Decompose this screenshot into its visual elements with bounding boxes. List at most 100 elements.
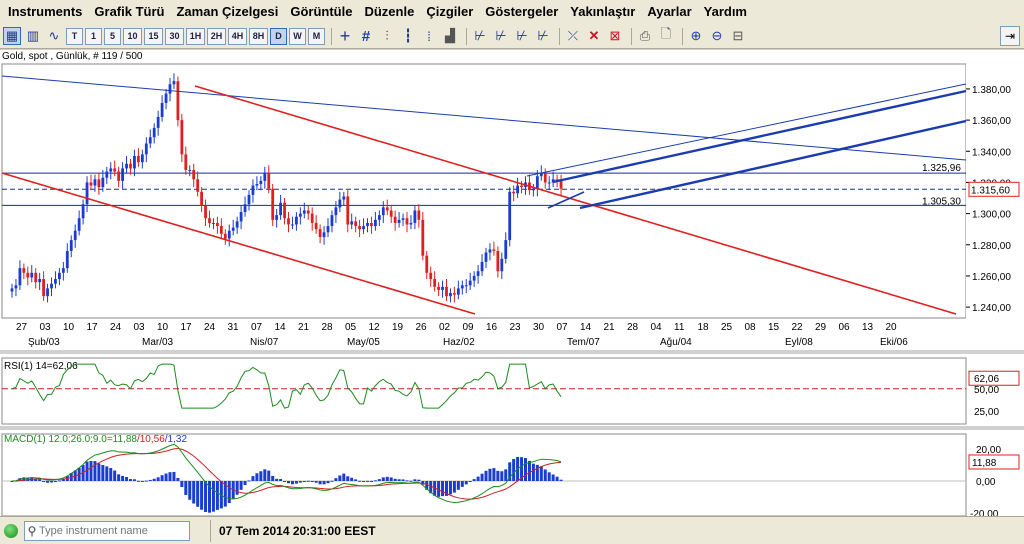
timeframe-d[interactable]: D <box>270 27 287 45</box>
timeframe-10[interactable]: 10 <box>123 27 142 45</box>
macd-histogram-bar <box>290 481 294 485</box>
menu-0[interactable]: Instruments <box>2 1 88 23</box>
print-preview-icon[interactable]: 🗋 <box>657 26 675 45</box>
timeframe-30[interactable]: 30 <box>165 27 184 45</box>
print-icon[interactable]: ⎙ <box>636 27 654 45</box>
timeframe-1[interactable]: 1 <box>85 27 102 45</box>
candle-body <box>302 210 306 214</box>
candle-body <box>188 169 192 171</box>
menu-bar: Instruments Grafik Türü Zaman Çizelgesi Gör… <box>0 0 1024 24</box>
menu-2[interactable]: Zaman Çizelgesi <box>170 1 284 23</box>
fork-icon-1[interactable]: ⊬ <box>471 27 489 45</box>
macd-histogram-bar <box>302 481 306 482</box>
chart-grid-toggle-icon[interactable]: ▦ <box>3 27 21 45</box>
collapse-panel-icon[interactable]: ⇥ <box>1000 26 1020 46</box>
date-tick-label: 13 <box>862 322 874 333</box>
zoom-out-icon[interactable]: ⊖ <box>708 27 726 45</box>
fork-icon-4[interactable]: ⊬ <box>534 27 552 45</box>
menu-7[interactable]: Yakınlaştır <box>564 1 641 23</box>
candle-body <box>516 185 519 194</box>
timeframe-w[interactable]: W <box>289 27 306 45</box>
delete-icon[interactable]: ✕ <box>585 27 603 45</box>
menu-9[interactable]: Yardım <box>698 1 753 23</box>
candle-body <box>101 177 105 188</box>
date-tick-label: 24 <box>110 322 122 333</box>
macd-histogram-bar <box>330 480 334 482</box>
timeframe-4h[interactable]: 4H <box>228 27 247 45</box>
timeframe-5[interactable]: 5 <box>104 27 121 45</box>
candle-body <box>133 155 136 169</box>
macd-histogram-bar <box>243 481 247 486</box>
line-chart-icon[interactable]: ⁞ <box>420 27 438 45</box>
macd-current-label: 11,88 <box>972 458 997 469</box>
timeframe-8h[interactable]: 8H <box>249 27 268 45</box>
macd-histogram-bar <box>401 479 405 481</box>
bar-chart-icon[interactable]: ⫶ <box>378 27 396 45</box>
candle-body <box>275 215 279 220</box>
macd-histogram-bar <box>129 479 132 481</box>
delete-line-icon[interactable]: ⤫ <box>564 27 582 45</box>
zoom-fit-icon[interactable]: ⊟ <box>729 27 747 45</box>
candle-body <box>216 222 219 227</box>
timeframe-15[interactable]: 15 <box>144 27 163 45</box>
candle-body <box>93 179 97 186</box>
menu-6[interactable]: Göstergeler <box>479 1 564 23</box>
chart-title: Gold, spot , Günlük, # 119 / 500 <box>2 51 143 62</box>
crosshair-icon[interactable]: + <box>336 26 354 46</box>
timeframe-buttons: T 1 5 10 15 30 1H 2H 4H 8H D W M <box>66 27 327 45</box>
candles-toggle-icon[interactable]: ▥ <box>24 27 42 45</box>
macd-histogram-bar <box>144 480 148 482</box>
timeframe-2h[interactable]: 2H <box>207 27 226 45</box>
month-label: Mar/03 <box>142 337 174 348</box>
candle-body <box>34 272 38 283</box>
macd-histogram-bar <box>168 472 172 481</box>
date-tick-label: 02 <box>439 322 451 333</box>
area-chart-icon[interactable]: ▟ <box>441 27 459 45</box>
menu-1[interactable]: Grafik Türü <box>88 1 170 23</box>
date-tick-label: 03 <box>134 322 146 333</box>
fork-icon-2[interactable]: ⊬ <box>492 27 510 45</box>
grid-icon[interactable]: # <box>357 27 375 45</box>
rsi-tick-50: 50,00 <box>974 385 999 396</box>
candle-body <box>456 288 460 295</box>
candle-body <box>18 268 22 286</box>
timeframe-t[interactable]: T <box>66 27 83 45</box>
macd-histogram-bar <box>362 481 366 482</box>
candle-body <box>54 279 57 284</box>
candle-body <box>283 202 286 219</box>
macd-histogram-bar <box>366 480 369 482</box>
fork-icon-3[interactable]: ⊬ <box>513 27 531 45</box>
toolbar: ▦ ▥ ∿ T 1 5 10 15 30 1H 2H 4H 8H D W M + # ⫶ ┇ ⁞ ▟ ⊬… <box>0 24 1024 49</box>
macd-histogram-bar <box>97 463 101 481</box>
candle-body <box>121 168 124 181</box>
zoom-in-icon[interactable]: ⊕ <box>687 27 705 45</box>
line-toggle-icon[interactable]: ∿ <box>45 27 63 45</box>
delete-all-icon[interactable]: ⊠ <box>606 27 624 45</box>
instrument-search[interactable]: ⚲ <box>24 520 190 541</box>
price-tick-label: 1.340,00 <box>972 147 1011 158</box>
menu-3[interactable]: Görüntüle <box>284 1 358 23</box>
date-tick-label: 20 <box>886 322 898 333</box>
macd-histogram-bar <box>298 481 302 483</box>
candle-body <box>413 210 417 223</box>
candle-body <box>152 127 156 138</box>
macd-histogram-bar <box>385 476 389 481</box>
candle-body <box>298 213 302 217</box>
search-input[interactable] <box>39 521 187 540</box>
trading-app: Instruments Grafik Türü Zaman Çizelgesi Gör… <box>0 0 1024 544</box>
date-tick-label: 09 <box>463 322 475 333</box>
menu-4[interactable]: Düzenle <box>358 1 420 23</box>
chart-window[interactable]: 1.380,001.360,001.340,001.320,001.300,00… <box>0 50 1024 516</box>
macd-histogram-bar <box>358 480 362 482</box>
candle-body <box>255 183 259 186</box>
chart-canvas[interactable]: 1.380,001.360,001.340,001.320,001.300,00… <box>0 50 1024 516</box>
price-tick-label: 1.280,00 <box>972 241 1011 252</box>
timeframe-1h[interactable]: 1H <box>186 27 205 45</box>
menu-8[interactable]: Ayarlar <box>641 1 697 23</box>
timeframe-m[interactable]: M <box>308 27 325 45</box>
macd-histogram-bar <box>136 480 140 482</box>
menu-5[interactable]: Çizgiler <box>420 1 479 23</box>
macd-histogram-bar <box>121 475 125 481</box>
candle-chart-icon[interactable]: ┇ <box>399 27 417 45</box>
macd-histogram-bar <box>464 481 468 485</box>
